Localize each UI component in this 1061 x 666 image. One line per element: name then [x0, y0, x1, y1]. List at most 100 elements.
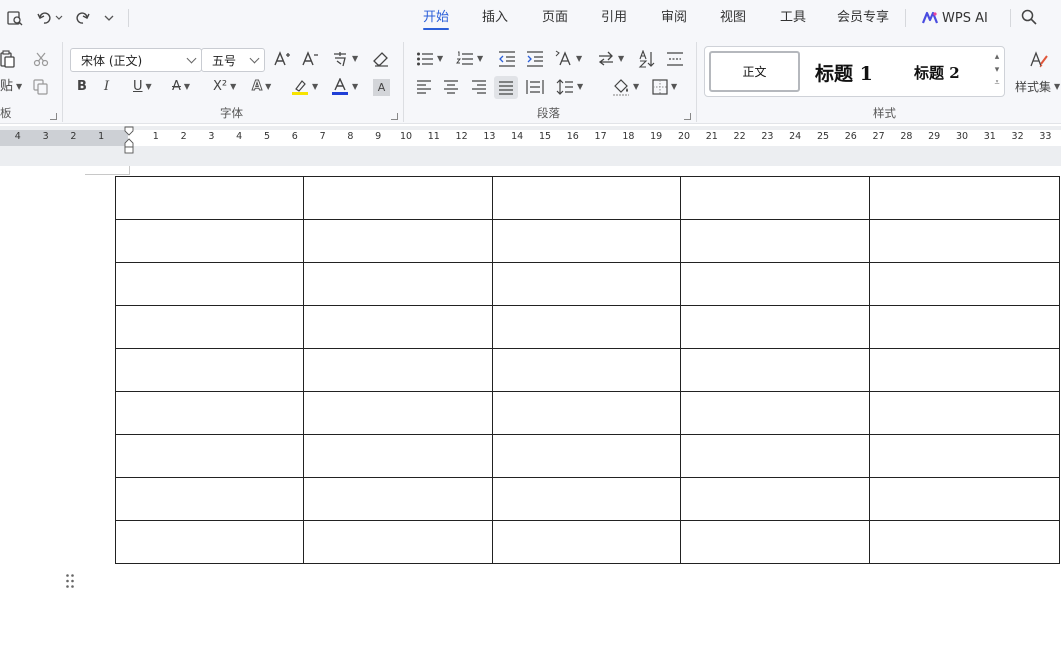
table-cell[interactable] [492, 176, 681, 220]
tab-references[interactable]: 引用 [601, 10, 627, 28]
expand-gallery-icon[interactable]: ⩡ [990, 77, 1004, 90]
font-size-select[interactable]: 五号 [201, 48, 265, 72]
table-cell[interactable] [115, 219, 304, 263]
clear-format-button[interactable] [372, 50, 390, 68]
tab-page[interactable]: 页面 [542, 10, 568, 28]
style-gallery-scroll[interactable]: ▴ ▾ ⩡ [990, 51, 1004, 93]
undo-icon[interactable] [36, 9, 64, 27]
table-cell[interactable] [869, 391, 1060, 435]
table-cell[interactable] [115, 477, 304, 521]
paste-icon[interactable] [0, 50, 16, 68]
style-set-icon[interactable] [1029, 50, 1049, 70]
tab-home[interactable]: 开始 [423, 10, 449, 28]
tab-member[interactable]: 会员专享 [837, 10, 889, 28]
table-cell[interactable] [115, 262, 304, 306]
decrease-indent-button[interactable] [498, 51, 516, 67]
strikethrough-button[interactable]: A ▼ [172, 79, 190, 95]
table-cell[interactable] [115, 348, 304, 392]
horizontal-ruler[interactable]: 4 3 2 1 1 2 3 4 5 6 7 8 9 10 11 12 13 14 15 16 17 18 19 20 21 22 2… [0, 126, 1061, 166]
shrink-font-button[interactable] [302, 51, 320, 67]
table-cell[interactable] [680, 391, 870, 435]
italic-button[interactable]: I [104, 79, 109, 95]
paragraph-dialog-launcher-icon[interactable] [684, 113, 691, 120]
table-cell[interactable] [492, 520, 681, 564]
text-effect-button[interactable]: A ▼ [251, 79, 271, 95]
tab-view[interactable]: 视图 [720, 10, 746, 28]
font-name-select[interactable]: 宋体 (正文) [70, 48, 202, 72]
table-cell[interactable] [303, 348, 493, 392]
table-cell[interactable] [303, 434, 493, 478]
document-table[interactable] [115, 176, 1060, 564]
table-cell[interactable] [869, 348, 1060, 392]
document-page[interactable] [0, 166, 1061, 666]
superscript-button[interactable]: X² ▼ [213, 79, 236, 95]
chevron-down-icon[interactable]: ▾ [990, 64, 1004, 77]
table-cell[interactable] [303, 520, 493, 564]
show-marks-button[interactable] [666, 51, 684, 67]
grow-font-button[interactable] [274, 51, 292, 67]
table-cell[interactable] [869, 305, 1060, 349]
line-spacing-button[interactable]: ▼ [556, 79, 583, 95]
table-cell[interactable] [492, 348, 681, 392]
shading-button[interactable]: ▼ [612, 78, 639, 96]
copy-icon[interactable] [33, 79, 49, 95]
align-right-button[interactable] [471, 80, 487, 94]
table-cell[interactable] [492, 262, 681, 306]
table-cell[interactable] [303, 391, 493, 435]
drag-handle-icon[interactable] [65, 573, 75, 592]
table-cell[interactable] [680, 520, 870, 564]
style-normal[interactable]: 正文 [709, 51, 800, 92]
cut-icon[interactable] [33, 51, 49, 67]
bullets-button[interactable]: ▼ [416, 51, 443, 67]
font-dialog-launcher-icon[interactable] [391, 113, 398, 120]
table-cell[interactable] [303, 219, 493, 263]
wps-ai-button[interactable]: WPS AI [922, 9, 988, 27]
table-cell[interactable] [492, 477, 681, 521]
table-cell[interactable] [492, 391, 681, 435]
table-cell[interactable] [115, 520, 304, 564]
table-cell[interactable] [303, 305, 493, 349]
table-cell[interactable] [492, 305, 681, 349]
tab-insert[interactable]: 插入 [482, 10, 508, 28]
table-cell[interactable] [115, 305, 304, 349]
table-cell[interactable] [680, 176, 870, 220]
redo-icon[interactable] [74, 9, 92, 27]
table-cell[interactable] [680, 219, 870, 263]
print-preview-icon[interactable] [6, 9, 24, 27]
search-icon[interactable] [1020, 8, 1038, 29]
font-color-button[interactable]: ▼ [331, 78, 358, 96]
table-cell[interactable] [115, 391, 304, 435]
increase-indent-button[interactable] [526, 51, 544, 67]
justify-button[interactable] [494, 76, 518, 99]
clipboard-dialog-launcher-icon[interactable] [50, 113, 57, 120]
style-set-button[interactable]: 样式集 ▼ [1015, 79, 1060, 95]
table-cell[interactable] [492, 219, 681, 263]
paste-button[interactable]: 贴 ▼ [0, 79, 22, 95]
borders-button[interactable]: ▼ [652, 79, 677, 95]
table-cell[interactable] [492, 434, 681, 478]
table-cell[interactable] [869, 262, 1060, 306]
table-cell[interactable] [303, 262, 493, 306]
pinyin-guide-button[interactable]: ▼ [331, 50, 358, 68]
align-center-button[interactable] [443, 80, 459, 94]
underline-button[interactable]: U ▼ [133, 79, 152, 95]
table-cell[interactable] [680, 477, 870, 521]
table-cell[interactable] [115, 434, 304, 478]
distributed-align-button[interactable] [526, 79, 544, 95]
quick-access-more-icon[interactable] [102, 9, 116, 27]
tab-tools[interactable]: 工具 [780, 10, 806, 28]
table-cell[interactable] [869, 520, 1060, 564]
table-cell[interactable] [680, 262, 870, 306]
table-cell[interactable] [680, 434, 870, 478]
highlight-button[interactable]: ▼ [291, 78, 318, 96]
tab-review[interactable]: 审阅 [661, 10, 687, 28]
style-heading-1[interactable]: 标题 1 [815, 59, 873, 86]
text-direction-button[interactable]: ▼ [555, 50, 582, 68]
sort-direction-button[interactable]: ▼ [597, 51, 624, 67]
style-heading-2[interactable]: 标题 2 [914, 62, 960, 83]
align-left-button[interactable] [416, 80, 432, 94]
sort-button[interactable] [638, 50, 656, 68]
table-cell[interactable] [680, 348, 870, 392]
character-shading-button[interactable]: A [373, 79, 390, 96]
numbering-button[interactable]: ▼ [456, 51, 483, 67]
